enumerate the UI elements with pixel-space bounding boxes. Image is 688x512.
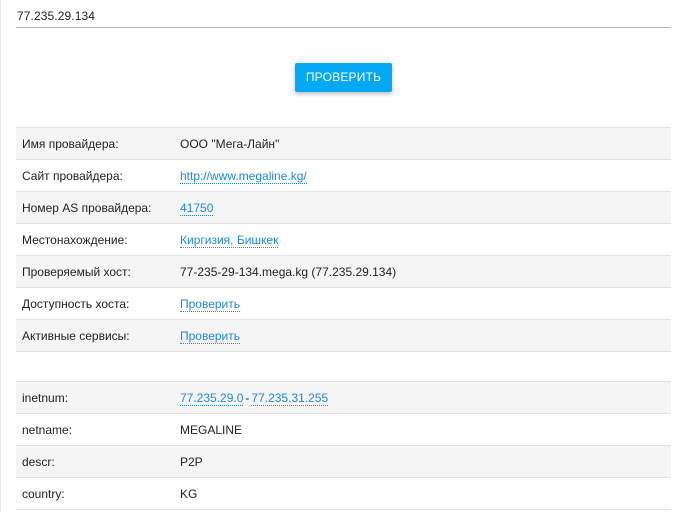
descr-label: descr: xyxy=(16,445,174,478)
active-services-label: Активные сервисы: xyxy=(16,319,174,352)
whois-table: inetnum: 77.235.29.0-77.235.31.255 netna… xyxy=(16,381,671,510)
inetnum-label: inetnum: xyxy=(16,381,174,414)
table-row: Местонахождение: Киргизия, Бишкек xyxy=(16,223,671,256)
checked-host-label: Проверяемый хост: xyxy=(16,255,174,288)
table-row: country: KG xyxy=(16,477,671,510)
netname-label: netname: xyxy=(16,413,174,446)
provider-as-cell: 41750 xyxy=(174,191,671,224)
descr-value: P2P xyxy=(174,445,671,478)
table-row: Доступность хоста: Проверить xyxy=(16,287,671,320)
provider-as-label: Номер AS провайдера: xyxy=(16,191,174,224)
host-input-value[interactable]: 77.235.29.134 xyxy=(17,9,95,23)
host-availability-check-link[interactable]: Проверить xyxy=(180,296,241,312)
location-link[interactable]: Киргизия, Бишкек xyxy=(180,232,279,248)
table-row: Проверяемый хост: 77-235-29-134.mega.kg … xyxy=(16,255,671,288)
location-cell: Киргизия, Бишкек xyxy=(174,223,671,256)
table-row: inetnum: 77.235.29.0-77.235.31.255 xyxy=(16,381,671,414)
provider-as-link[interactable]: 41750 xyxy=(180,200,214,216)
netname-value: MEGALINE xyxy=(174,413,671,446)
table-row: Активные сервисы: Проверить xyxy=(16,319,671,352)
table-row: Имя провайдера: ООО "Мега-Лайн" xyxy=(16,127,671,160)
country-label: country: xyxy=(16,477,174,510)
active-services-check-link[interactable]: Проверить xyxy=(180,328,241,344)
country-value: KG xyxy=(174,477,671,510)
inetnum-start-link[interactable]: 77.235.29.0 xyxy=(180,390,244,406)
host-field-label xyxy=(16,0,39,1)
checked-host-value: 77-235-29-134.mega.kg (77.235.29.134) xyxy=(174,255,671,288)
host-availability-label: Доступность хоста: xyxy=(16,287,174,320)
host-availability-cell: Проверить xyxy=(174,287,671,320)
provider-site-cell: http://www.megaline.kg/ xyxy=(174,159,671,192)
check-button[interactable]: ПРОВЕРИТЬ xyxy=(295,63,392,92)
host-input-field[interactable]: 77.235.29.134 xyxy=(16,0,671,28)
provider-site-label: Сайт провайдера: xyxy=(16,159,174,192)
table-row: netname: MEGALINE xyxy=(16,413,671,446)
location-label: Местонахождение: xyxy=(16,223,174,256)
host-check-panel: 77.235.29.134 ПРОВЕРИТЬ Имя провайдера: … xyxy=(0,0,688,512)
table-row: Номер AS провайдера: 41750 xyxy=(16,191,671,224)
provider-name-value: ООО "Мега-Лайн" xyxy=(174,127,671,160)
provider-site-link[interactable]: http://www.megaline.kg/ xyxy=(180,168,307,184)
table-row: Сайт провайдера: http://www.megaline.kg/ xyxy=(16,159,671,192)
provider-info-table: Имя провайдера: ООО "Мега-Лайн" Сайт про… xyxy=(16,127,671,352)
table-row: descr: P2P xyxy=(16,445,671,478)
inetnum-end-link[interactable]: 77.235.31.255 xyxy=(251,390,329,406)
inetnum-cell: 77.235.29.0-77.235.31.255 xyxy=(174,381,671,414)
active-services-cell: Проверить xyxy=(174,319,671,352)
provider-name-label: Имя провайдера: xyxy=(16,127,174,160)
